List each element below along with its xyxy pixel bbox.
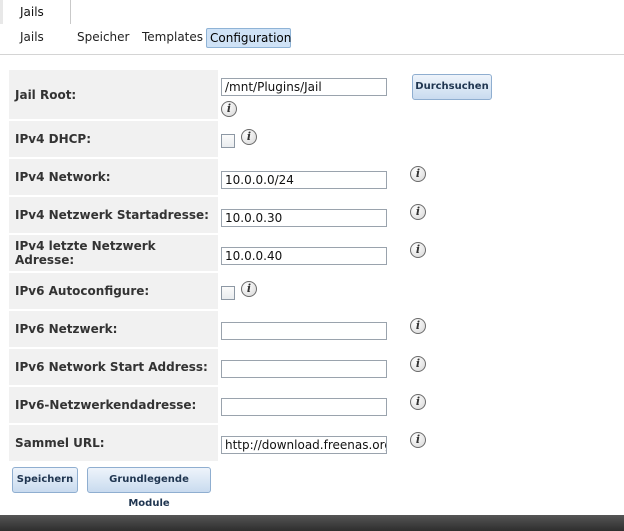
jail-root-label: Jail Root:: [15, 87, 77, 102]
ipv6-end-info-icon[interactable]: i: [410, 394, 426, 410]
ipv4-start-input[interactable]: 10.0.0.30: [221, 209, 387, 227]
collection-url-field-cell: http://download.freenas.org i: [218, 425, 624, 461]
ipv4-end-info-icon[interactable]: i: [410, 242, 426, 258]
ipv6-autoconfigure-label: IPv6 Autoconfigure:: [15, 284, 150, 298]
ipv4-dhcp-checkbox[interactable]: [221, 134, 235, 148]
ipv6-network-input[interactable]: [221, 322, 387, 340]
subtab-storage[interactable]: Speicher: [74, 28, 132, 48]
jail-root-info-icon[interactable]: i: [221, 101, 237, 117]
ipv6-network-info-icon[interactable]: i: [410, 318, 426, 334]
ipv6-autoconfigure-info-icon[interactable]: i: [241, 281, 257, 297]
ipv6-end-input[interactable]: [221, 398, 387, 416]
ipv4-dhcp-field-cell: i: [218, 121, 624, 157]
bottom-bar: [0, 515, 624, 531]
row-ipv6-end: IPv6-Netzwerkendadresse: i: [9, 387, 624, 423]
save-button[interactable]: Speichern: [12, 467, 78, 493]
subtab-jails[interactable]: Jails: [17, 28, 47, 48]
ipv4-start-label: IPv4 Netzwerk Startadresse:: [15, 208, 209, 222]
ipv6-start-label: IPv6 Network Start Address:: [15, 360, 208, 374]
row-ipv6-network: IPv6 Netzwerk: i: [9, 311, 624, 347]
row-ipv6-autoconfigure: IPv6 Autoconfigure: i: [9, 273, 624, 309]
ipv6-autoconfigure-field-cell: i: [218, 273, 624, 309]
basic-modules-button[interactable]: Grundlegende Module: [87, 467, 211, 509]
ipv4-network-info-icon[interactable]: i: [410, 166, 426, 182]
ipv6-network-label: IPv6 Netzwerk:: [15, 322, 118, 336]
collection-url-info-icon[interactable]: i: [410, 432, 426, 448]
ipv6-start-info-icon[interactable]: i: [410, 356, 426, 372]
ipv4-start-field-cell: 10.0.0.30 i: [218, 197, 624, 233]
tab-jails-label: Jails: [20, 5, 44, 19]
ipv4-start-info-icon[interactable]: i: [410, 204, 426, 220]
ipv4-network-label: IPv4 Network:: [15, 170, 111, 184]
ipv4-dhcp-info-icon[interactable]: i: [241, 129, 257, 145]
ipv4-dhcp-label: IPv4 DHCP:: [15, 132, 92, 146]
row-jail-root: Jail Root: /mnt/Plugins/Jail i Durchsuch…: [9, 70, 624, 119]
jail-root-input[interactable]: /mnt/Plugins/Jail: [221, 78, 387, 96]
row-ipv6-start: IPv6 Network Start Address: i: [9, 349, 624, 385]
ipv4-network-input[interactable]: 10.0.0.0/24: [221, 171, 387, 189]
ipv6-end-field-cell: i: [218, 387, 624, 423]
top-tab-bar: Jails: [0, 0, 624, 25]
subtab-templates[interactable]: Templates: [139, 28, 206, 48]
ipv4-end-label: IPv4 letzte Netzwerk Adresse:: [15, 239, 156, 267]
ipv6-end-label: IPv6-Netzwerkendadresse:: [15, 398, 197, 412]
row-collection-url: Sammel URL: http://download.freenas.org …: [9, 425, 624, 461]
ipv4-end-input[interactable]: 10.0.0.40: [221, 247, 387, 265]
collection-url-label: Sammel URL:: [15, 436, 105, 450]
subtab-configuration[interactable]: Configuration: [206, 28, 291, 48]
row-ipv4-end: IPv4 letzte Netzwerk Adresse: 10.0.0.40 …: [9, 235, 624, 271]
collection-url-input[interactable]: http://download.freenas.org: [221, 436, 387, 454]
ipv6-network-field-cell: i: [218, 311, 624, 347]
row-ipv4-network: IPv4 Network: 10.0.0.0/24 i: [9, 159, 624, 195]
ipv6-start-input[interactable]: [221, 360, 387, 378]
browse-button[interactable]: Durchsuchen: [412, 74, 492, 100]
jail-root-field-cell: /mnt/Plugins/Jail i Durchsuchen: [218, 70, 624, 119]
ipv6-start-field-cell: i: [218, 349, 624, 385]
ipv6-autoconfigure-checkbox[interactable]: [221, 286, 235, 300]
tab-jails[interactable]: Jails: [0, 0, 71, 24]
ipv4-end-field-cell: 10.0.0.40 i: [218, 235, 624, 271]
sub-tab-bar: Jails Speicher Templates Configuration: [0, 24, 624, 55]
row-ipv4-dhcp: IPv4 DHCP: i: [9, 121, 624, 157]
row-ipv4-start: IPv4 Netzwerk Startadresse: 10.0.0.30 i: [9, 197, 624, 233]
ipv4-network-field-cell: 10.0.0.0/24 i: [218, 159, 624, 195]
